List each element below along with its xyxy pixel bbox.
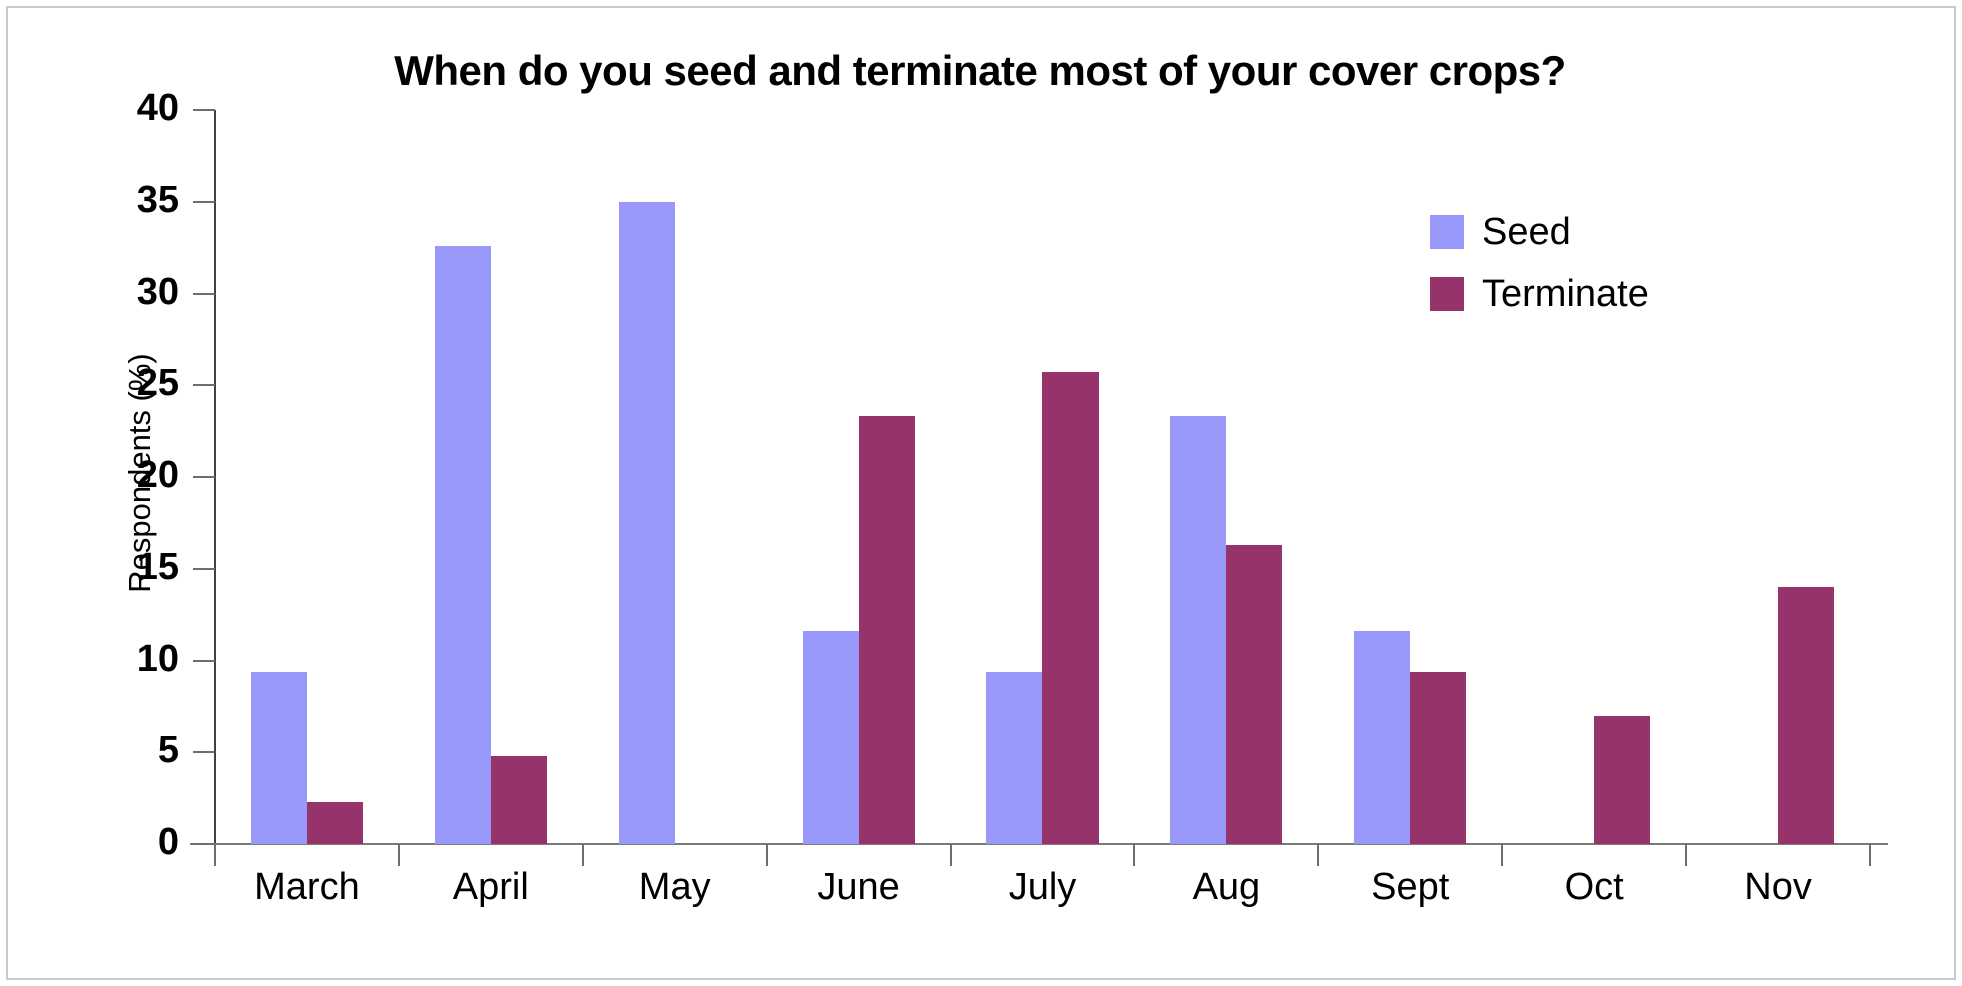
y-axis-tick-label: 15 bbox=[136, 545, 179, 588]
y-axis-tick: 0 bbox=[158, 821, 215, 863]
y-axis-tick-label: 35 bbox=[136, 178, 179, 221]
bar-terminate-sept[interactable] bbox=[1410, 671, 1467, 844]
bar-terminate-oct[interactable] bbox=[1594, 715, 1651, 844]
x-axis-separator-tick bbox=[214, 844, 216, 866]
category-group: July bbox=[951, 110, 1135, 908]
bar-seed-july[interactable] bbox=[986, 671, 1043, 844]
category-group: March bbox=[215, 110, 399, 908]
y-axis-tick: 5 bbox=[158, 729, 215, 771]
chart-page: When do you seed and terminate most of y… bbox=[0, 0, 1962, 986]
x-axis-separator-tick bbox=[1501, 844, 1504, 866]
y-axis-tick-label: 0 bbox=[157, 821, 179, 863]
y-axis-tick-label: 5 bbox=[157, 729, 179, 772]
bar-seed-aug[interactable] bbox=[1170, 416, 1227, 844]
x-axis-separator-tick bbox=[581, 844, 584, 866]
legend-item-seed[interactable]: Seed bbox=[1430, 212, 1649, 252]
category-bars bbox=[767, 110, 951, 844]
x-axis-separator-tick bbox=[765, 844, 768, 866]
y-axis-tick-label: 20 bbox=[136, 454, 179, 496]
x-axis-separator-tick bbox=[397, 844, 400, 866]
y-axis-tick-label: 25 bbox=[136, 362, 179, 405]
category-bars bbox=[399, 110, 583, 844]
x-axis-category-label: April bbox=[452, 866, 529, 908]
bar-seed-april[interactable] bbox=[434, 245, 491, 844]
category-group: Nov bbox=[1686, 110, 1870, 908]
y-axis-tick: 15 bbox=[137, 546, 215, 588]
bar-terminate-july[interactable] bbox=[1042, 372, 1099, 844]
bar-seed-march[interactable] bbox=[250, 671, 307, 844]
y-axis-tick: 25 bbox=[137, 362, 215, 404]
bar-chart: When do you seed and terminate most of y… bbox=[0, 0, 1962, 986]
y-axis-tick: 35 bbox=[137, 179, 215, 221]
x-axis-category-label: Sept bbox=[1371, 866, 1450, 908]
x-axis-category-label: June bbox=[817, 866, 900, 908]
legend-swatch-terminate bbox=[1430, 277, 1464, 311]
category-bars bbox=[1686, 110, 1870, 844]
category-group: Aug bbox=[1134, 110, 1318, 908]
y-axis-tick: 20 bbox=[137, 454, 215, 496]
y-axis-tick-label: 10 bbox=[136, 637, 179, 680]
category-bars bbox=[215, 110, 399, 844]
bar-terminate-june[interactable] bbox=[858, 416, 915, 844]
category-group: May bbox=[583, 110, 767, 908]
category-bars bbox=[583, 110, 767, 844]
category-bars bbox=[1134, 110, 1318, 844]
bar-seed-may[interactable] bbox=[618, 201, 675, 844]
bar-terminate-april[interactable] bbox=[490, 755, 547, 844]
chart-title: When do you seed and terminate most of y… bbox=[394, 47, 1566, 94]
x-axis-category-label: Oct bbox=[1564, 866, 1624, 908]
y-axis-tick: 40 bbox=[137, 87, 215, 129]
legend-swatch-seed bbox=[1430, 215, 1464, 249]
category-group: April bbox=[399, 110, 583, 908]
y-axis-tick: 10 bbox=[137, 638, 215, 680]
legend-item-terminate[interactable]: Terminate bbox=[1430, 274, 1649, 314]
category-bars bbox=[951, 110, 1135, 844]
x-axis-separator-tick bbox=[949, 844, 952, 866]
legend-label-seed: Seed bbox=[1482, 211, 1571, 253]
y-axis-tick: 30 bbox=[137, 271, 215, 313]
bar-seed-sept[interactable] bbox=[1354, 631, 1411, 844]
category-group: June bbox=[767, 110, 951, 908]
bar-seed-june[interactable] bbox=[802, 631, 859, 844]
y-axis-tick-label: 40 bbox=[136, 87, 179, 129]
x-axis-separator-tick bbox=[1685, 844, 1688, 866]
x-axis-category-label: July bbox=[1008, 866, 1077, 908]
bar-terminate-aug[interactable] bbox=[1226, 544, 1283, 844]
chart-legend: Seed Terminate bbox=[1430, 212, 1649, 336]
x-axis-category-label: Nov bbox=[1744, 866, 1812, 908]
x-axis-separator-tick bbox=[1317, 844, 1320, 866]
legend-label-terminate: Terminate bbox=[1482, 273, 1649, 315]
x-axis-separator-tick bbox=[1869, 844, 1871, 866]
bar-terminate-nov[interactable] bbox=[1778, 587, 1835, 844]
bar-terminate-march[interactable] bbox=[306, 801, 364, 844]
x-axis-category-label: May bbox=[638, 866, 711, 908]
x-axis-category-label: March bbox=[254, 866, 360, 908]
x-axis-separator-tick bbox=[1133, 844, 1136, 866]
y-axis-tick-label: 30 bbox=[136, 270, 179, 313]
x-axis-category-label: Aug bbox=[1192, 866, 1261, 908]
